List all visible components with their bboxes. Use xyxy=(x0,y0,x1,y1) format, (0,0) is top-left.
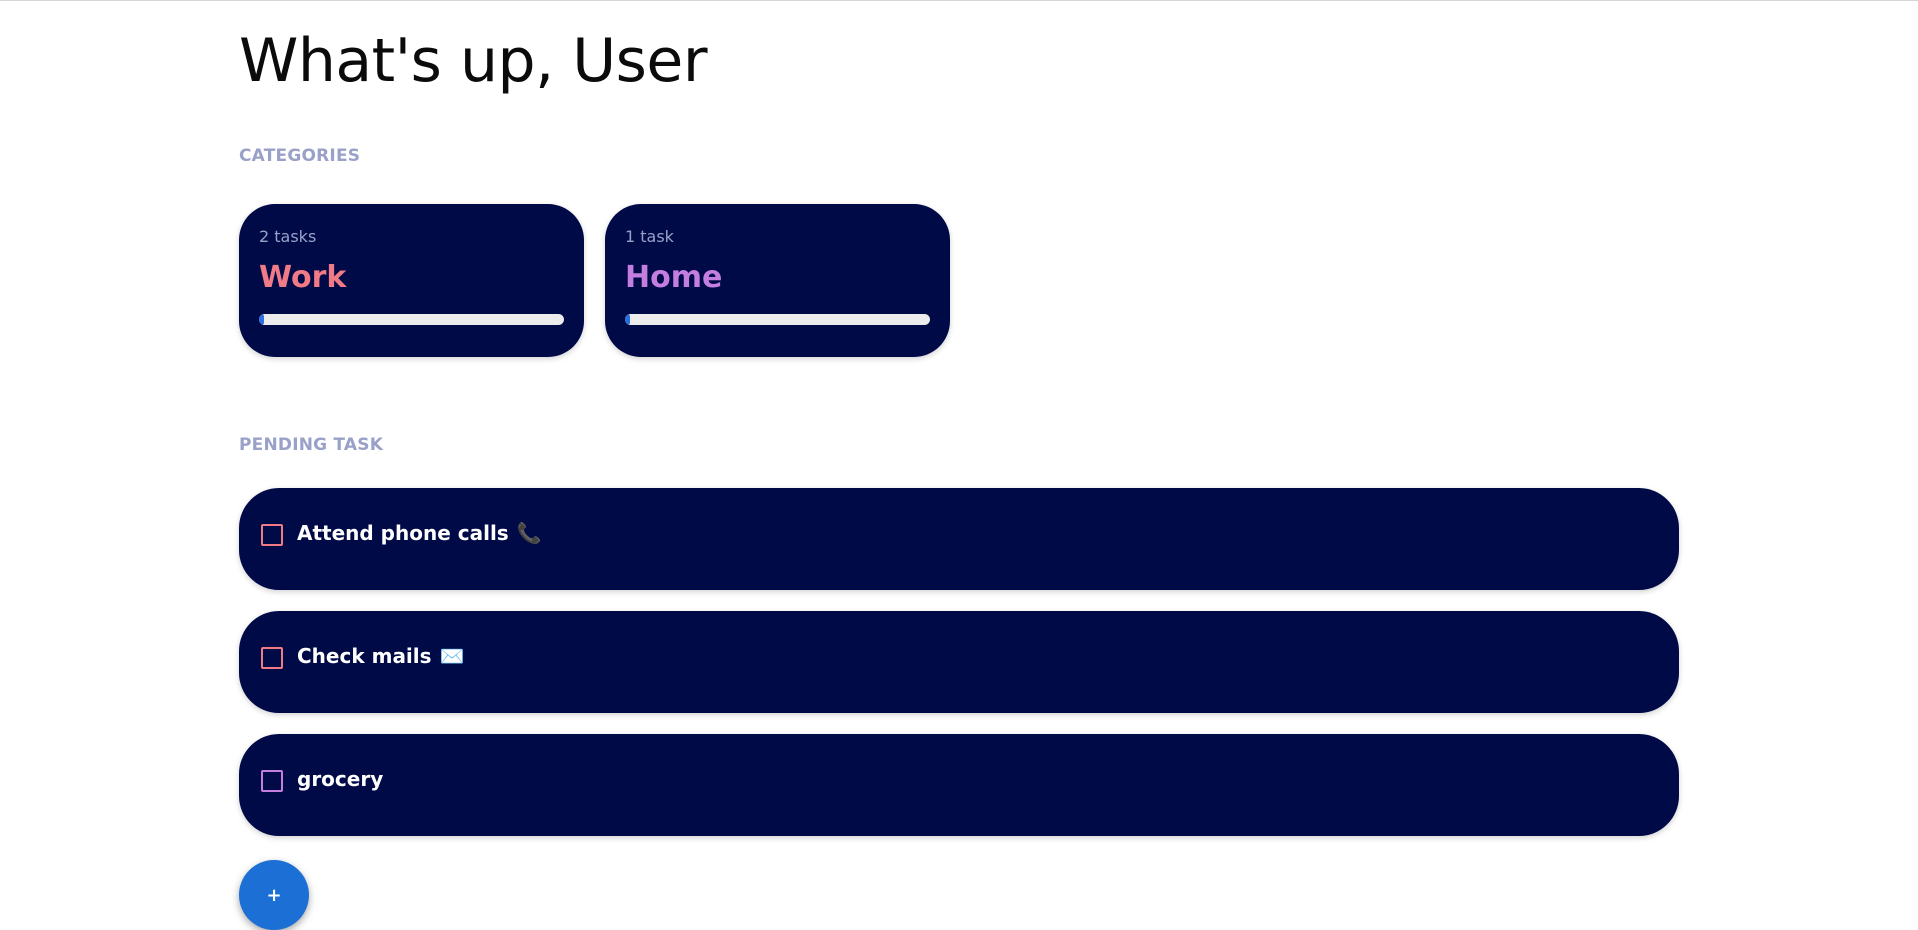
task-item[interactable]: grocery xyxy=(239,734,1679,836)
task-content: Attend phone calls 📞 xyxy=(297,521,542,545)
categories-list: 2 tasks Work 1 task Home xyxy=(239,204,950,357)
category-name: Work xyxy=(259,260,347,295)
category-progress-fill xyxy=(259,314,264,325)
category-progress-bar xyxy=(259,314,564,325)
envelope-icon: ✉️ xyxy=(439,644,465,668)
task-item[interactable]: Check mails ✉️ xyxy=(239,611,1679,713)
categories-section-label: CATEGORIES xyxy=(239,146,361,166)
top-divider xyxy=(0,0,1918,1)
task-checkbox[interactable] xyxy=(261,647,283,669)
pending-section-label: PENDING TASK xyxy=(239,435,384,455)
task-label: Attend phone calls xyxy=(297,521,509,545)
category-task-count: 2 tasks xyxy=(259,227,317,246)
task-checkbox[interactable] xyxy=(261,524,283,546)
category-name: Home xyxy=(625,260,723,295)
category-progress-fill xyxy=(625,314,630,325)
task-label: grocery xyxy=(297,767,384,791)
task-content: grocery xyxy=(297,767,383,791)
phone-icon: 📞 xyxy=(516,521,542,545)
category-card-home[interactable]: 1 task Home xyxy=(605,204,950,357)
category-task-count: 1 task xyxy=(625,227,674,246)
task-item[interactable]: Attend phone calls 📞 xyxy=(239,488,1679,590)
pending-task-list: Attend phone calls 📞 Check mails ✉️ groc… xyxy=(239,488,1679,857)
category-card-work[interactable]: 2 tasks Work xyxy=(239,204,584,357)
page-title: What's up, User xyxy=(239,26,708,96)
category-progress-bar xyxy=(625,314,930,325)
task-label: Check mails xyxy=(297,644,432,668)
task-content: Check mails ✉️ xyxy=(297,644,464,668)
add-task-button[interactable]: + xyxy=(239,860,309,930)
task-checkbox[interactable] xyxy=(261,770,283,792)
